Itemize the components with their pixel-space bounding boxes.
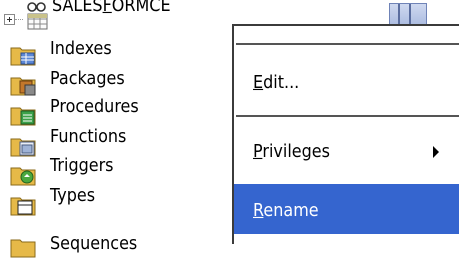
- tree-node-packages[interactable]: Packages: [0, 67, 232, 96]
- database-connection-icon: [22, 0, 50, 30]
- menu-item-privileges[interactable]: Privileges: [234, 125, 459, 175]
- procedures-folder-icon: [10, 100, 38, 128]
- tree-node-triggers[interactable]: Triggers: [0, 154, 232, 186]
- menu-separator: [236, 43, 459, 45]
- menu-item-edit[interactable]: Edit...: [234, 56, 459, 106]
- tree-node-label: Triggers: [50, 154, 114, 176]
- submenu-arrow-icon: [433, 146, 439, 158]
- menu-item-rename[interactable]: Rename: [234, 184, 459, 234]
- types-folder-icon: [10, 190, 38, 218]
- triggers-folder-icon: [10, 160, 38, 188]
- menu-item-label: Rename: [253, 199, 319, 221]
- tree-node-procedures[interactable]: Procedures: [0, 95, 232, 126]
- functions-folder-icon: [10, 131, 38, 159]
- tree-node-types[interactable]: Types: [0, 184, 232, 216]
- expand-toggle-icon[interactable]: [4, 14, 15, 25]
- tree-node-label: Types: [50, 184, 96, 206]
- tree-node-label: Packages: [50, 67, 125, 89]
- menu-item-label: Edit...: [253, 71, 300, 93]
- packages-folder-icon: [10, 70, 38, 98]
- tree-node-sequences[interactable]: Sequences: [0, 224, 232, 258]
- tree-node-connection[interactable]: SALESFORMCE: [0, 0, 232, 30]
- menu-separator: [236, 115, 459, 117]
- tree-node-indexes[interactable]: Indexes: [0, 37, 232, 66]
- tree-node-label: Functions: [50, 125, 127, 147]
- tree-node-label: Procedures: [50, 95, 139, 117]
- menu-item-label: Privileges: [253, 140, 330, 162]
- tree-node-label: Indexes: [50, 37, 112, 59]
- connection-label: SALESFORMCE: [52, 0, 171, 16]
- indexes-folder-icon: [10, 40, 38, 68]
- sequences-folder-icon: [10, 232, 38, 260]
- navigator-tree: SALESFORMCE Indexes Packages Procedures …: [0, 0, 232, 258]
- tree-node-label: Sequences: [50, 232, 138, 254]
- tree-node-functions[interactable]: Functions: [0, 125, 232, 157]
- context-menu: Edit... Privileges Rename: [232, 24, 459, 244]
